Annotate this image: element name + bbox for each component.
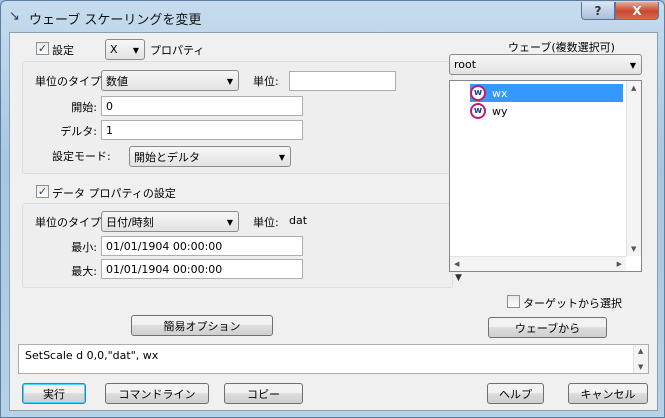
copy-button[interactable]: コピー — [224, 383, 303, 404]
scroll-up-icon[interactable]: ▲ — [631, 84, 636, 92]
simple-options-button[interactable]: 簡易オプション — [131, 315, 273, 336]
mode-select[interactable]: 開始とデルタ ▼ — [129, 146, 291, 167]
axis-select-value: X — [110, 43, 118, 56]
start-label: 開始: — [71, 101, 97, 114]
wave-icon: w — [470, 85, 486, 101]
wave-icon: w — [470, 103, 486, 119]
data-properties-label: データ プロパティの設定 — [52, 187, 176, 200]
wave-item-label: wx — [492, 86, 508, 100]
check-icon: ✓ — [37, 185, 48, 198]
delta-input[interactable]: 1 — [101, 120, 303, 140]
command-preview[interactable]: SetScale d 0,0,"dat", wx — [18, 344, 649, 374]
check-icon: ✓ — [37, 42, 48, 55]
unit-input[interactable] — [289, 71, 396, 91]
mode-label: 設定モード: — [52, 150, 111, 163]
delta-label: デルタ: — [60, 125, 97, 138]
unit-label: 単位: — [253, 75, 279, 88]
min-input[interactable]: 01/01/1904 00:00:00 — [101, 236, 303, 256]
unit-type-value: 数値 — [106, 74, 128, 88]
property-label: プロパティ — [150, 44, 205, 57]
data-unit-value: dat — [289, 214, 308, 227]
data-unit-type-select[interactable]: 日付/時刻 ▼ — [101, 211, 239, 232]
folder-select-value: root — [454, 58, 477, 71]
setting-checkbox-label: 設定 — [52, 44, 74, 57]
command-text: SetScale d 0,0,"dat", wx — [25, 349, 159, 362]
chevron-down-icon: ▼ — [278, 153, 285, 162]
unit-type-label: 単位のタイプ: — [35, 75, 105, 88]
max-input[interactable]: 01/01/1904 00:00:00 — [101, 259, 303, 279]
dialog-client-area: ✓ 設定 X ▼ プロパティ 単位のタイプ: 数値 ▼ 単位: 開始: 0 デル… — [9, 32, 658, 411]
axis-select[interactable]: X ▼ — [105, 39, 145, 60]
scroll-down-icon[interactable]: ▼ — [631, 245, 636, 253]
chevron-down-icon: ▼ — [629, 61, 636, 70]
scale-arrow-icon: ↘ — [9, 9, 20, 24]
wave-item-wx[interactable]: w wx — [470, 84, 511, 102]
from-wave-button[interactable]: ウェーブから — [488, 317, 607, 338]
cancel-button[interactable]: キャンセル — [568, 383, 648, 404]
command-scrollbar[interactable]: ▲ ▼ — [633, 345, 648, 373]
min-label: 最小: — [71, 241, 97, 254]
max-label: 最大: — [71, 265, 97, 278]
dialog-window: ↘ ウェーブ スケーリングを変更 ? X ✓ 設定 X ▼ プロパティ 単位のタ… — [0, 0, 665, 418]
list-options-arrow-icon[interactable]: ▼ — [455, 273, 462, 283]
vertical-scrollbar[interactable]: ▲ ▼ — [626, 81, 641, 256]
wave-item-label: wy — [492, 104, 508, 118]
scroll-up-icon[interactable]: ▲ — [638, 347, 643, 355]
data-unit-type-value: 日付/時刻 — [106, 215, 154, 229]
wave-list-header: ウェーブ(複数選択可) — [508, 41, 615, 54]
target-select-label: ターゲットから選択 — [523, 297, 622, 310]
title-bar: ↘ ウェーブ スケーリングを変更 ? X — [1, 1, 664, 33]
help-titlebar-button[interactable]: ? — [581, 2, 615, 20]
target-select-checkbox[interactable] — [507, 295, 520, 308]
start-input[interactable]: 0 — [101, 96, 303, 116]
horizontal-scrollbar[interactable]: ◀ ▶ — [450, 256, 626, 271]
window-title: ウェーブ スケーリングを変更 — [29, 13, 202, 28]
scroll-down-icon[interactable]: ▼ — [638, 363, 643, 371]
data-properties-checkbox[interactable]: ✓ — [36, 185, 49, 198]
wave-listbox[interactable]: w wx w wy ▲ ▼ ◀ ▶ — [449, 80, 642, 272]
close-button[interactable]: X — [615, 2, 659, 20]
unit-type-select[interactable]: 数値 ▼ — [101, 70, 239, 91]
command-line-button[interactable]: コマンドライン — [105, 383, 209, 404]
chevron-down-icon: ▼ — [132, 46, 139, 55]
help-button[interactable]: ヘルプ — [487, 383, 544, 404]
folder-select[interactable]: root ▼ — [449, 54, 642, 75]
data-unit-label: 単位: — [253, 216, 279, 229]
chevron-down-icon: ▼ — [226, 77, 233, 86]
mode-select-value: 開始とデルタ — [134, 150, 200, 164]
scroll-right-icon[interactable]: ▶ — [617, 260, 622, 268]
wave-item-wy[interactable]: w wy — [470, 102, 511, 120]
chevron-down-icon: ▼ — [226, 218, 233, 227]
execute-button[interactable]: 実行 — [22, 383, 86, 404]
setting-checkbox[interactable]: ✓ — [36, 42, 49, 55]
scroll-left-icon[interactable]: ◀ — [454, 260, 459, 268]
data-unit-type-label: 単位のタイプ: — [35, 216, 105, 229]
